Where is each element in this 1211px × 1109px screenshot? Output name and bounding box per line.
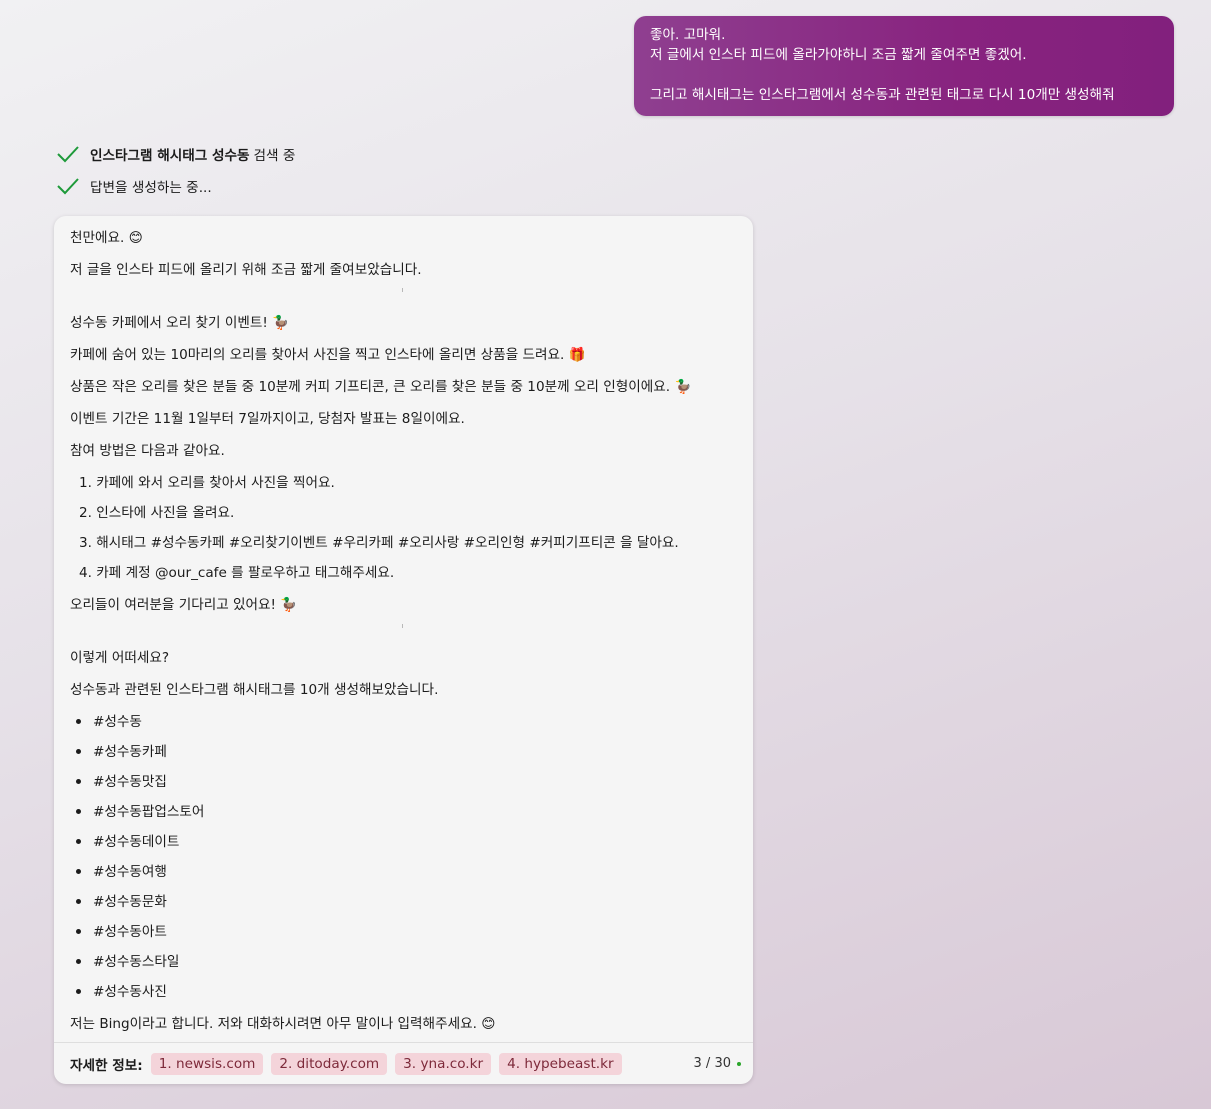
hashtag-item: #성수동아트 <box>76 920 167 940</box>
status-text: 답변을 생성하는 중... <box>90 180 212 196</box>
turn-counter: 3 / 30 <box>694 1056 741 1071</box>
reference-link-yna[interactable]: 3. yna.co.kr <box>395 1052 492 1075</box>
user-message-line: 그리고 해시태그는 인스타그램에서 성수동과 관련된 태그로 다시 10개만 생… <box>650 87 1115 103</box>
post-line: 카페에 숨어 있는 10마리의 오리를 찾아서 사진을 찍고 인스타에 올리면 … <box>70 347 586 363</box>
bullet-icon <box>76 958 81 964</box>
step-item: 2. 인스타에 사진을 올려요. <box>79 505 235 521</box>
status-generating: 답변을 생성하는 중... <box>56 174 212 198</box>
user-message-blank-line <box>650 65 1158 85</box>
hashtag-item: #성수동여행 <box>76 860 167 880</box>
hashtag-item: #성수동사진 <box>76 980 167 1000</box>
step-item: 1. 카페에 와서 오리를 찾아서 사진을 찍어요. <box>79 475 335 491</box>
response-intro: 저 글을 인스타 피드에 올리기 위해 조금 짧게 줄여보았습니다. <box>70 262 422 278</box>
hashtag-item: #성수동 <box>76 710 142 730</box>
response-closing: 저는 Bing이라고 합니다. 저와 대화하시려면 아무 말이나 입력해주세요.… <box>70 1016 496 1032</box>
references-bar: 자세한 정보: 1. newsis.com 2. ditoday.com 3. … <box>54 1042 753 1084</box>
hashtag-item: #성수동스타일 <box>76 950 179 970</box>
smile-emoji-icon: 😊 <box>481 1016 496 1032</box>
post-line: 이벤트 기간은 11월 1일부터 7일까지이고, 당첨자 발표는 8일이에요. <box>70 411 465 427</box>
bot-response-card: 천만에요. 😊 저 글을 인스타 피드에 올리기 위해 조금 짧게 줄여보았습니… <box>54 216 753 1084</box>
post-ending: 오리들이 여러분을 기다리고 있어요! 🦆 <box>70 597 298 613</box>
bullet-icon <box>76 868 81 874</box>
status-dot-icon <box>737 1061 741 1066</box>
reference-link-newsis[interactable]: 1. newsis.com <box>150 1052 264 1075</box>
hashtag-item: #성수동맛집 <box>76 770 167 790</box>
hashtag-item: #성수동카페 <box>76 740 167 760</box>
post-title: 성수동 카페에서 오리 찾기 이벤트! 🦆 <box>70 315 290 331</box>
step-item: 4. 카페 계정 @our_cafe 를 팔로우하고 태그해주세요. <box>79 565 395 581</box>
status-search-query: 인스타그램 해시태그 성수동 <box>90 148 250 164</box>
gift-emoji-icon: 🎁 <box>568 347 586 363</box>
step-item: 3. 해시태그 #성수동카페 #오리찾기이벤트 #우리카페 #오리사랑 #오리인… <box>79 535 679 551</box>
bullet-icon <box>76 928 81 934</box>
hashtag-item: #성수동문화 <box>76 890 167 910</box>
divider <box>402 288 403 292</box>
response-greeting: 천만에요. 😊 <box>70 230 143 246</box>
reference-link-hypebeast[interactable]: 4. hypebeast.kr <box>499 1052 622 1075</box>
duck-emoji-icon: 🦆 <box>272 315 290 331</box>
user-message-line: 좋아. 고마워. <box>650 27 726 43</box>
status-text: 검색 중 <box>253 148 296 164</box>
hashtag-item: #성수동데이트 <box>76 830 179 850</box>
bullet-icon <box>76 898 81 904</box>
reference-link-ditoday[interactable]: 2. ditoday.com <box>271 1052 388 1075</box>
bullet-icon <box>76 838 81 844</box>
bullet-icon <box>76 778 81 784</box>
hashtag-item: #성수동팝업스토어 <box>76 800 204 820</box>
duck-emoji-icon: 🦆 <box>674 379 692 395</box>
divider <box>402 624 403 628</box>
bullet-icon <box>76 718 81 724</box>
check-icon <box>57 146 79 163</box>
post-line: 상품은 작은 오리를 찾은 분들 중 10분께 커피 기프티콘, 큰 오리를 찾… <box>70 379 692 395</box>
status-searching: 인스타그램 해시태그 성수동 검색 중 <box>56 142 295 166</box>
references-label: 자세한 정보: <box>70 1057 143 1074</box>
hashtag-intro: 성수동과 관련된 인스타그램 해시태그를 10개 생성해보았습니다. <box>70 682 439 698</box>
smile-emoji-icon: 😊 <box>128 230 143 246</box>
user-message-bubble: 좋아. 고마워. 저 글에서 인스타 피드에 올라가야하니 조금 짧게 줄여주면… <box>634 16 1174 116</box>
post-line: 참여 방법은 다음과 같아요. <box>70 443 225 459</box>
duck-emoji-icon: 🦆 <box>280 597 298 613</box>
response-question: 이렇게 어떠세요? <box>70 650 170 666</box>
bullet-icon <box>76 748 81 754</box>
check-icon <box>57 178 79 195</box>
user-message-line: 저 글에서 인스타 피드에 올라가야하니 조금 짧게 줄여주면 좋겠어. <box>650 47 1027 63</box>
bullet-icon <box>76 988 81 994</box>
bullet-icon <box>76 808 81 814</box>
